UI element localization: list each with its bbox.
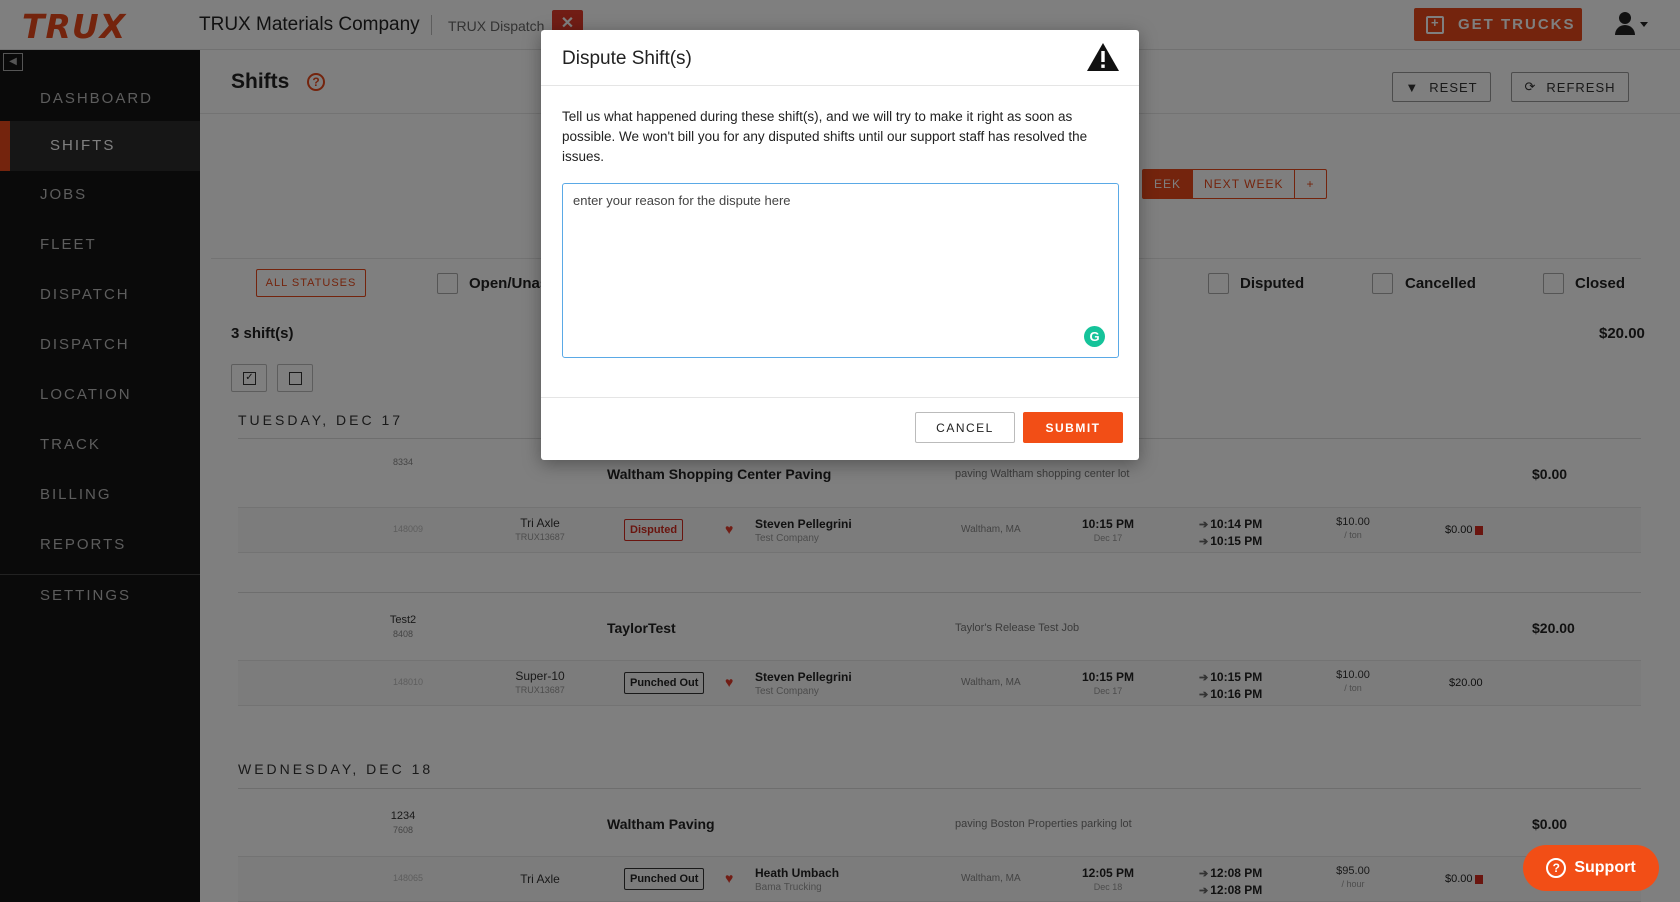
warning-icon	[1087, 43, 1119, 71]
cancel-button[interactable]: CANCEL	[915, 412, 1015, 443]
support-label: Support	[1574, 859, 1636, 876]
submit-button[interactable]: SUBMIT	[1023, 412, 1123, 443]
grammarly-icon[interactable]: G	[1084, 326, 1105, 347]
support-button[interactable]: ? Support	[1523, 845, 1659, 891]
dispute-modal: Dispute Shift(s) Tell us what happened d…	[541, 30, 1139, 460]
modal-title: Dispute Shift(s)	[562, 48, 692, 69]
modal-header: Dispute Shift(s)	[541, 30, 1139, 86]
modal-footer: CANCEL SUBMIT	[541, 397, 1139, 460]
help-circle-icon: ?	[1546, 858, 1567, 878]
dispute-reason-input[interactable]	[562, 183, 1119, 358]
modal-description: Tell us what happened during these shift…	[562, 109, 1088, 164]
